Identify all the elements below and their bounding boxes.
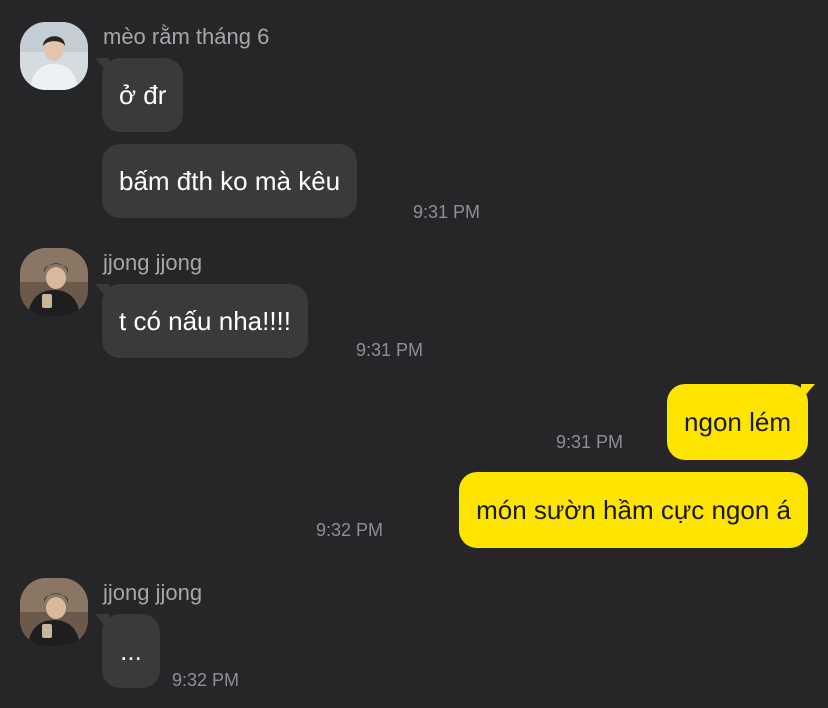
message-timestamp: 9:31 PM xyxy=(413,202,481,222)
avatar-jjong-jjong[interactable] xyxy=(20,578,88,646)
message-bubble-incoming[interactable]: ở đr xyxy=(95,58,184,132)
message-text: món sườn hầm cực ngon á xyxy=(476,495,791,525)
message-bubble-incoming[interactable]: t có nấu nha!!!! xyxy=(95,284,309,358)
message-timestamp: 9:32 PM xyxy=(172,670,240,690)
message-timestamp: 9:31 PM xyxy=(356,340,424,360)
avatar-jjong-jjong[interactable] xyxy=(20,248,88,316)
avatar-jjong-jjong-icon xyxy=(20,578,88,646)
bubble-tail xyxy=(95,614,109,630)
message-text: t có nấu nha!!!! xyxy=(119,306,292,336)
message-bubble-incoming[interactable]: bấm đth ko mà kêu xyxy=(102,144,358,218)
sender-name: jjong jjong xyxy=(103,580,203,605)
message-timestamp: 9:31 PM xyxy=(555,432,623,452)
bubble-tail xyxy=(95,284,109,300)
sender-name: mèo rằm tháng 6 xyxy=(103,24,270,49)
avatar-meo-ram-thang-6-icon xyxy=(20,22,88,90)
message-bubble-outgoing[interactable]: ngon lém xyxy=(667,384,815,460)
message-text: ở đr xyxy=(119,80,167,110)
bubble-tail xyxy=(95,58,109,74)
message-text: ngon lém xyxy=(684,407,791,437)
avatar-meo-ram-thang-6[interactable] xyxy=(20,22,88,90)
sender-name: jjong jjong xyxy=(103,250,203,275)
message-timestamp: 9:32 PM xyxy=(315,520,383,540)
message-bubble-incoming[interactable]: ... xyxy=(95,614,160,688)
message-text: bấm đth ko mà kêu xyxy=(119,166,341,196)
message-bubble-outgoing[interactable]: món sườn hầm cực ngon á xyxy=(459,472,808,548)
message-text: ... xyxy=(120,636,142,666)
avatar-jjong-jjong-icon xyxy=(20,248,88,316)
bubble-tail xyxy=(801,384,815,400)
